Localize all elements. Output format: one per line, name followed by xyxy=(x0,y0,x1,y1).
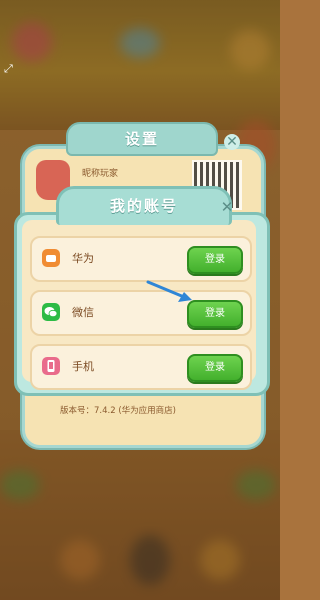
wechat-login-button[interactable]: 登录 xyxy=(187,300,243,328)
account-row-label: 微信 xyxy=(72,306,94,319)
settings-title: 设置 xyxy=(66,122,218,156)
account-close-icon[interactable]: ✕ xyxy=(219,199,235,215)
wechat-icon xyxy=(42,303,60,321)
settings-close-icon[interactable]: ✕ xyxy=(224,134,240,150)
account-title: 我的账号 xyxy=(56,186,232,225)
phone-login-button[interactable]: 登录 xyxy=(187,354,243,382)
expand-icon[interactable]: ⤢ xyxy=(4,63,14,74)
account-row-huawei: 华为 登录 xyxy=(30,236,252,282)
huawei-login-button[interactable]: 登录 xyxy=(187,246,243,274)
account-row-wechat: 微信 登录 xyxy=(30,290,252,336)
version-text: 版本号：7.4.2 (华为应用商店) xyxy=(60,406,176,416)
account-row-phone: 手机 登录 xyxy=(30,344,252,390)
account-row-label: 华为 xyxy=(72,252,94,265)
huawei-icon xyxy=(42,249,60,267)
account-row-label: 手机 xyxy=(72,360,94,373)
phone-icon xyxy=(42,357,60,375)
settings-nickname: 昵称玩家 xyxy=(82,169,119,179)
